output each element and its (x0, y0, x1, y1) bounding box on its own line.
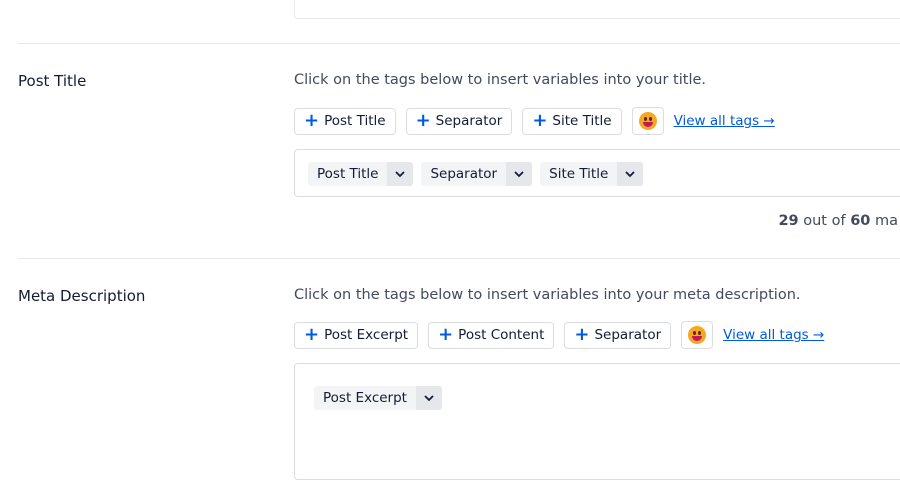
add-post-excerpt-tag-button[interactable]: + Post Excerpt (294, 321, 419, 349)
count-suffix: ma (874, 213, 898, 229)
tag-pill[interactable]: Separator (421, 162, 533, 186)
post-title-tag-row: + Post Title + Separator + Site Title View … (294, 107, 775, 135)
add-post-title-tag-button[interactable]: + Post Title (294, 107, 396, 135)
tag-pill[interactable]: Site Title (540, 162, 644, 186)
plus-icon: + (304, 110, 320, 131)
divider (18, 43, 900, 44)
button-label: Post Title (324, 113, 386, 129)
post-title-editor[interactable]: Post Title Separator Site Title (294, 149, 900, 197)
emoji-icon (688, 326, 707, 344)
plus-icon: + (438, 324, 454, 345)
pill-label: Post Title (317, 166, 379, 182)
count-text: out of (803, 213, 846, 229)
view-all-tags-link[interactable]: View all tags → (723, 327, 824, 343)
divider (18, 258, 900, 259)
chevron-down-icon[interactable] (506, 162, 533, 186)
pill-label: Separator (430, 166, 498, 182)
chevron-down-icon[interactable] (415, 386, 442, 410)
tag-pill[interactable]: Post Excerpt (314, 386, 442, 410)
count-max: 60 (850, 213, 871, 229)
post-title-label: Post Title (18, 72, 87, 90)
character-count: 29 out of 60 ma (778, 213, 898, 229)
meta-description-editor[interactable]: Post Excerpt (294, 363, 900, 480)
tag-pill[interactable]: Post Title (308, 162, 414, 186)
post-title-hint: Click on the tags below to insert variab… (294, 72, 706, 88)
button-label: Post Content (458, 327, 545, 343)
add-separator-tag-button[interactable]: + Separator (405, 107, 513, 135)
previous-field-box[interactable] (294, 0, 900, 19)
emoji-icon (638, 112, 657, 130)
chevron-down-icon[interactable] (387, 162, 414, 186)
count-current: 29 (778, 213, 799, 229)
plus-icon: + (574, 324, 590, 345)
meta-description-hint: Click on the tags below to insert variab… (294, 287, 801, 303)
button-label: Separator (435, 113, 503, 129)
emoji-button[interactable] (631, 107, 664, 135)
add-separator-tag-button[interactable]: + Separator (564, 321, 672, 349)
plus-icon: + (532, 110, 548, 131)
pill-label: Site Title (549, 166, 609, 182)
emoji-button[interactable] (681, 321, 714, 349)
plus-icon: + (415, 110, 431, 131)
button-label: Post Excerpt (324, 327, 409, 343)
meta-description-label: Meta Description (18, 287, 146, 305)
view-all-tags-link[interactable]: View all tags → (674, 113, 775, 129)
button-label: Site Title (552, 113, 612, 129)
add-post-content-tag-button[interactable]: + Post Content (428, 321, 555, 349)
button-label: Separator (594, 327, 662, 343)
meta-description-tag-row: + Post Excerpt + Post Content + Separator V… (294, 321, 824, 349)
add-site-title-tag-button[interactable]: + Site Title (522, 107, 622, 135)
plus-icon: + (304, 324, 320, 345)
chevron-down-icon[interactable] (617, 162, 644, 186)
pill-label: Post Excerpt (323, 390, 407, 406)
